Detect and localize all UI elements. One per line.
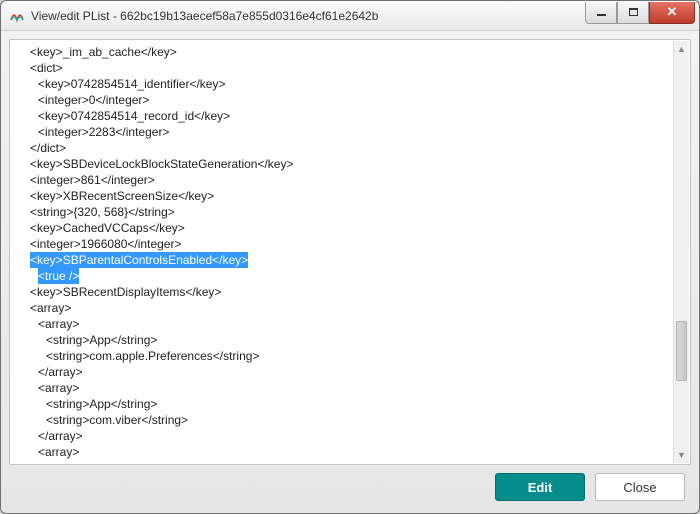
title-bar[interactable]: View/edit PList - 662bc19b13aecef58a7e85…	[1, 1, 699, 31]
edit-button[interactable]: Edit	[495, 473, 585, 501]
plist-viewer-panel: <key>_im_ab_cache</key><dict><key>074285…	[9, 39, 691, 465]
scroll-down-arrow[interactable]: ▼	[674, 447, 689, 463]
plist-line[interactable]: <array>	[14, 444, 672, 460]
plist-line[interactable]: <array>	[14, 300, 672, 316]
scroll-thumb[interactable]	[676, 321, 687, 381]
close-button[interactable]: Close	[595, 473, 685, 501]
plist-line[interactable]: </array>	[14, 364, 672, 380]
plist-line[interactable]: <string>App</string>	[14, 332, 672, 348]
plist-line[interactable]: <key>CachedVCCaps</key>	[14, 220, 672, 236]
plist-line[interactable]: <integer>2283</integer>	[14, 124, 672, 140]
plist-line[interactable]: <string>{320, 568}</string>	[14, 204, 672, 220]
app-icon	[9, 8, 25, 24]
dialog-window: View/edit PList - 662bc19b13aecef58a7e85…	[0, 0, 700, 514]
maximize-button[interactable]	[617, 2, 649, 24]
plist-line[interactable]: <key>XBRecentScreenSize</key>	[14, 188, 672, 204]
minimize-button[interactable]	[585, 2, 617, 24]
plist-line[interactable]: </array>	[14, 428, 672, 444]
close-window-button[interactable]: ✕	[649, 2, 695, 24]
plist-line[interactable]: <key>SBRecentDisplayItems</key>	[14, 284, 672, 300]
plist-line[interactable]: <key>_im_ab_cache</key>	[14, 44, 672, 60]
plist-line[interactable]: <key>0742854514_record_id</key>	[14, 108, 672, 124]
plist-line[interactable]: <string>App</string>	[14, 396, 672, 412]
window-title: View/edit PList - 662bc19b13aecef58a7e85…	[31, 9, 585, 23]
plist-line[interactable]: <key>SBParentalControlsEnabled</key>	[14, 252, 672, 268]
plist-line[interactable]: <string>com.apple.Preferences</string>	[14, 348, 672, 364]
plist-line[interactable]: <integer>0</integer>	[14, 92, 672, 108]
plist-line[interactable]: <integer>861</integer>	[14, 172, 672, 188]
plist-text-area[interactable]: <key>_im_ab_cache</key><dict><key>074285…	[14, 44, 672, 460]
vertical-scrollbar[interactable]: ▲ ▼	[673, 41, 689, 463]
scroll-up-arrow[interactable]: ▲	[674, 41, 689, 57]
plist-line[interactable]: <true />	[14, 268, 672, 284]
plist-line[interactable]: <dict>	[14, 60, 672, 76]
window-controls: ✕	[585, 2, 695, 24]
plist-line[interactable]: <key>SBDeviceLockBlockStateGeneration</k…	[14, 156, 672, 172]
plist-line[interactable]: <array>	[14, 316, 672, 332]
plist-line[interactable]: <array>	[14, 380, 672, 396]
plist-line[interactable]: </dict>	[14, 140, 672, 156]
plist-line[interactable]: <key>0742854514_identifier</key>	[14, 76, 672, 92]
plist-line[interactable]: <string>com.viber</string>	[14, 412, 672, 428]
dialog-button-row: Edit Close	[1, 473, 699, 513]
plist-line[interactable]: <integer>1966080</integer>	[14, 236, 672, 252]
